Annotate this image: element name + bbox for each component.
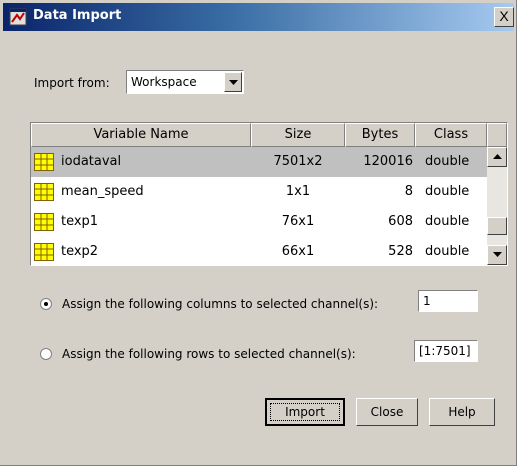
variable-size: 1x1 [285, 184, 311, 199]
assign-columns-label: Assign the following columns to selected… [62, 297, 379, 311]
data-import-dialog: Data Import X Import from: Workspace Var… [0, 0, 517, 466]
close-button[interactable]: Close [356, 398, 418, 426]
variable-class: double [425, 184, 470, 199]
variable-grid-icon [34, 183, 54, 201]
variable-class: double [425, 154, 470, 169]
assign-rows-label: Assign the following rows to selected ch… [62, 347, 356, 361]
window-title: Data Import [33, 8, 122, 23]
variable-bytes: 8 [404, 184, 413, 199]
assign-columns-radio[interactable] [40, 298, 52, 310]
variable-name: mean_speed [61, 184, 144, 199]
column-header-variable-name[interactable]: Variable Name [31, 123, 251, 147]
variable-bytes: 528 [388, 244, 413, 259]
focus-rectangle [270, 403, 340, 421]
chevron-down-icon [229, 80, 238, 85]
table-header: Variable Name Size Bytes Class [31, 123, 487, 147]
radio-selected-dot [44, 302, 48, 306]
scroll-thumb[interactable] [487, 217, 507, 235]
variable-grid-icon [34, 153, 54, 171]
scroll-down-button[interactable] [487, 245, 507, 265]
column-header-class[interactable]: Class [415, 123, 487, 147]
columns-channel-field[interactable]: 1 [418, 290, 478, 312]
import-from-select[interactable]: Workspace [126, 70, 244, 94]
variable-class: double [425, 244, 470, 259]
variable-table[interactable]: Variable Name Size Bytes Class iodataval… [30, 122, 508, 266]
variable-name: texp1 [61, 214, 99, 229]
close-icon: X [499, 8, 509, 24]
variable-name-cell: texp1 [31, 207, 251, 237]
vertical-scrollbar[interactable] [487, 147, 507, 265]
import-from-dropdown-button[interactable] [224, 72, 242, 92]
help-button[interactable]: Help [429, 398, 495, 426]
table-row[interactable]: texp1 76x1 608 double [31, 207, 487, 237]
column-header-bytes[interactable]: Bytes [345, 123, 415, 147]
arrow-up-icon [493, 154, 502, 159]
rows-channel-field[interactable]: [1:7501] [414, 340, 478, 362]
variable-bytes: 120016 [363, 154, 413, 169]
variable-name-cell: mean_speed [31, 177, 251, 207]
import-button[interactable]: Import [265, 398, 345, 426]
variable-name-cell: texp2 [31, 237, 251, 265]
close-window-button[interactable]: X [494, 7, 514, 27]
variable-grid-icon [34, 213, 54, 231]
table-row[interactable]: texp2 66x1 528 double [31, 237, 487, 265]
variable-size: 7501x2 [273, 154, 323, 169]
variable-class: double [425, 214, 470, 229]
header-corner [487, 123, 507, 147]
arrow-down-icon [493, 252, 502, 257]
variable-size: 66x1 [281, 244, 315, 259]
title-bar[interactable]: Data Import X [3, 3, 514, 31]
variable-bytes: 608 [388, 214, 413, 229]
matlab-figure-icon [9, 8, 27, 26]
table-row[interactable]: iodataval 7501x2 120016 double [31, 147, 487, 177]
variable-name: iodataval [61, 154, 122, 169]
assign-rows-radio[interactable] [40, 348, 52, 360]
variable-grid-icon [34, 243, 54, 261]
variable-size: 76x1 [281, 214, 315, 229]
import-from-value: Workspace [131, 75, 197, 89]
column-header-size[interactable]: Size [251, 123, 345, 147]
variable-name: texp2 [61, 244, 99, 259]
variable-name-cell: iodataval [31, 147, 251, 177]
import-from-label: Import from: [34, 76, 110, 90]
table-row[interactable]: mean_speed 1x1 8 double [31, 177, 487, 207]
scroll-up-button[interactable] [487, 147, 507, 167]
